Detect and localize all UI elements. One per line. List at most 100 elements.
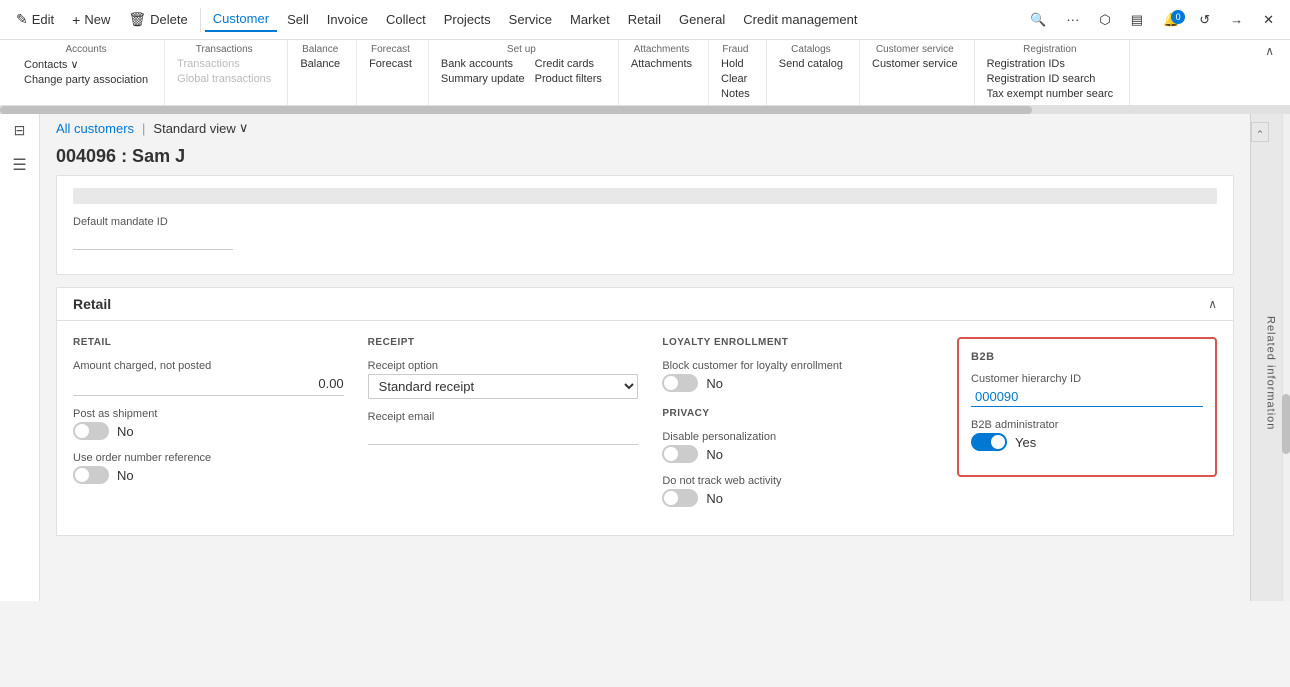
customer-service-item[interactable]: Customer service [868, 57, 962, 71]
main-content: All customers | Standard view ∨ 004096 :… [40, 114, 1250, 601]
accounts-items: Contacts ∨ Change party association [20, 57, 152, 87]
panel-toggle-button[interactable]: ‹ [1251, 122, 1269, 142]
customer-hierarchy-input[interactable] [971, 387, 1203, 407]
retail-col-label: RETAIL [73, 337, 344, 348]
credit-cards-item[interactable]: Credit cards [531, 57, 606, 71]
panel-button[interactable]: ▤ [1123, 8, 1151, 32]
contacts-item[interactable]: Contacts ∨ [20, 57, 152, 72]
do-not-track-toggle[interactable] [662, 489, 698, 507]
all-customers-link[interactable]: All customers [56, 121, 134, 136]
notes-item[interactable]: Notes [717, 87, 754, 101]
fraud-title: Fraud [717, 44, 754, 55]
order-number-toggle-row: No [73, 466, 344, 484]
b2b-admin-toggle[interactable] [971, 433, 1007, 451]
b2b-admin-field: B2B administrator Yes [971, 419, 1203, 451]
delete-button[interactable]: 🗑 Delete [120, 7, 195, 32]
disable-personalization-toggle[interactable] [662, 445, 698, 463]
page-title: 004096 : Sam J [56, 146, 185, 167]
accounts-item-row: Contacts ∨ Change party association [20, 57, 152, 87]
section-title-retail: Retail [73, 296, 111, 312]
mandate-field: Default mandate ID [73, 216, 1217, 250]
registration-id-search-item[interactable]: Registration ID search [983, 72, 1118, 86]
b2b-admin-label: B2B administrator [971, 419, 1203, 431]
post-shipment-toggle-row: No [73, 422, 344, 440]
new-button[interactable]: + New [64, 8, 118, 32]
b2b-title: B2B [971, 351, 1203, 363]
general-tab[interactable]: General [671, 8, 733, 31]
forward-button[interactable]: → [1222, 8, 1251, 31]
hamburger-icon[interactable]: ☰ [12, 155, 26, 175]
receipt-option-field: Receipt option Standard receipt [368, 360, 639, 399]
customer-hierarchy-label: Customer hierarchy ID [971, 373, 1203, 385]
vertical-scrollbar[interactable] [1282, 114, 1290, 601]
order-number-toggle[interactable] [73, 466, 109, 484]
credit-management-tab[interactable]: Credit management [735, 8, 865, 31]
setup-title: Set up [437, 44, 606, 55]
notification-button[interactable]: 🔔 0 [1155, 8, 1187, 32]
mandate-input[interactable] [73, 230, 233, 250]
block-loyalty-toggle-row: No [662, 374, 933, 392]
edit-button[interactable]: ✎ Edit [8, 7, 62, 32]
receipt-email-input[interactable] [368, 425, 639, 445]
ribbon-customer-service: Customer service Customer service [860, 40, 975, 105]
balance-item[interactable]: Balance [296, 57, 344, 71]
standard-view-dropdown[interactable]: Standard view ∨ [153, 120, 248, 136]
tax-exempt-item[interactable]: Tax exempt number searc [983, 87, 1118, 101]
service-tab[interactable]: Service [501, 8, 560, 31]
filter-icon[interactable]: ⊟ [14, 122, 26, 139]
send-catalog-item[interactable]: Send catalog [775, 57, 847, 71]
catalogs-title: Catalogs [775, 44, 847, 55]
post-shipment-toggle[interactable] [73, 422, 109, 440]
customer-tab[interactable]: Customer [205, 7, 277, 32]
block-loyalty-toggle[interactable] [662, 374, 698, 392]
mandate-label: Default mandate ID [73, 216, 1217, 228]
hold-item[interactable]: Hold [717, 57, 754, 71]
global-transactions-item[interactable]: Global transactions [173, 72, 275, 86]
disable-personalization-toggle-row: No [662, 445, 933, 463]
b2b-col: B2B Customer hierarchy ID B2B administra… [957, 337, 1217, 519]
balance-title: Balance [296, 44, 344, 55]
search-button[interactable]: 🔍 [1022, 8, 1054, 32]
receipt-option-select[interactable]: Standard receipt [368, 374, 639, 399]
refresh-button[interactable]: ↺ [1191, 8, 1218, 32]
attachments-item[interactable]: Attachments [627, 57, 696, 71]
ribbon-collapse[interactable]: ∧ [1261, 40, 1278, 105]
forecast-item[interactable]: Forecast [365, 57, 416, 71]
forward-icon: → [1230, 12, 1243, 27]
setup-items: Bank accounts Summary update Credit card… [437, 57, 606, 86]
settings-button[interactable]: ⬡ [1091, 8, 1118, 32]
ribbon-forecast: Forecast Forecast [357, 40, 429, 105]
disable-personalization-field: Disable personalization No [662, 431, 933, 463]
right-panel[interactable]: ‹ Related information [1250, 114, 1290, 601]
section-collapse-icon: ∧ [1208, 297, 1217, 311]
market-tab[interactable]: Market [562, 8, 618, 31]
clear-item[interactable]: Clear [717, 72, 754, 86]
search-icon: 🔍 [1030, 12, 1046, 28]
close-button[interactable]: ✕ [1255, 8, 1282, 32]
transactions-item-row: Transactions Global transactions [173, 57, 275, 86]
registration-ids-item[interactable]: Registration IDs [983, 57, 1118, 71]
invoice-tab[interactable]: Invoice [319, 8, 376, 31]
change-party-item[interactable]: Change party association [20, 73, 152, 87]
b2b-box: B2B Customer hierarchy ID B2B administra… [957, 337, 1217, 477]
retail-tab[interactable]: Retail [620, 8, 669, 31]
horizontal-scrollbar[interactable] [0, 106, 1290, 114]
disable-personalization-toggle-label: No [706, 447, 723, 462]
more-button[interactable]: ··· [1058, 8, 1087, 31]
transactions-items: Transactions Global transactions [173, 57, 275, 86]
setup-item-row2: Credit cards Product filters [531, 57, 606, 86]
product-filters-item[interactable]: Product filters [531, 72, 606, 86]
transactions-item[interactable]: Transactions [173, 57, 275, 71]
section-header-retail[interactable]: Retail ∧ [56, 287, 1234, 321]
sell-tab[interactable]: Sell [279, 8, 317, 31]
bank-accounts-item[interactable]: Bank accounts [437, 57, 529, 71]
delete-icon: 🗑 [128, 11, 146, 28]
collect-tab[interactable]: Collect [378, 8, 434, 31]
retail-cols: RETAIL Amount charged, not posted 0.00 P… [73, 337, 1217, 519]
summary-update-item[interactable]: Summary update [437, 72, 529, 86]
toggle-knob-3 [664, 376, 678, 390]
b2b-admin-toggle-row: Yes [971, 433, 1203, 451]
projects-tab[interactable]: Projects [436, 8, 499, 31]
attachments-title: Attachments [627, 44, 696, 55]
main-area: ⊟ ☰ All customers | Standard view ∨ 0040… [0, 114, 1290, 601]
